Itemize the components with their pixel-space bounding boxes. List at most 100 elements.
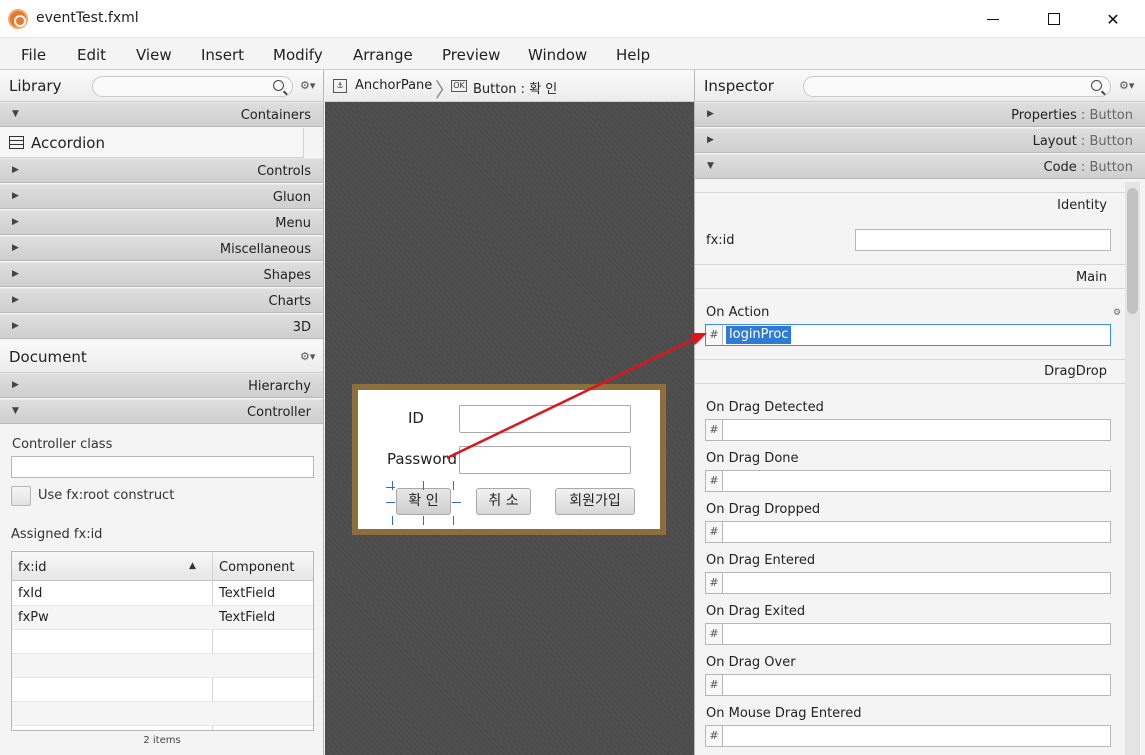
section-controls[interactable]: ▶ Controls [0,158,323,183]
on-drag-entered-input[interactable]: # [705,572,1111,594]
section-charts[interactable]: ▶ Charts [0,288,323,313]
event-label-on-drag-entered: On Drag Entered [706,553,816,568]
on-action-input[interactable]: # loginProc [705,324,1111,346]
column-header-component[interactable]: Component [219,560,294,575]
library-gear-icon[interactable]: ⚙▾ [300,79,315,92]
menu-file[interactable]: File [21,46,46,64]
breadcrumb-anchorpane[interactable]: AnchorPane [355,78,432,93]
search-icon [1091,80,1102,91]
maximize-button[interactable] [1031,4,1077,34]
id-label[interactable]: ID [408,409,424,427]
selection-handle[interactable] [453,481,454,490]
section-properties[interactable]: ▶ Properties : Button [695,102,1145,127]
assigned-fxid-label: Assigned fx:id [11,527,103,542]
menu-arrange[interactable]: Arrange [353,46,413,64]
dragdrop-group-label: DragDrop [1044,364,1107,379]
controller-class-label: Controller class [12,437,113,452]
menu-help[interactable]: Help [616,46,650,64]
sort-ascending-icon[interactable]: ▲ [189,561,196,571]
hash-icon: # [706,726,723,746]
fxid-input[interactable] [855,229,1111,251]
menu-edit[interactable]: Edit [77,46,106,64]
scrollbar-thumb[interactable] [1127,188,1138,314]
section-controller[interactable]: ▼ Controller [0,399,323,424]
section-label: Controls [257,164,311,179]
signup-button[interactable]: 회원가입 [555,488,635,515]
on-drag-over-input[interactable]: # [705,674,1111,696]
section-shapes[interactable]: ▶ Shapes [0,262,323,287]
selection-handle[interactable] [453,516,454,525]
library-item-label: Accordion [31,134,105,152]
maximize-icon [1048,13,1060,25]
on-action-gear-icon[interactable]: ⚙ [1113,308,1121,318]
expanded-arrow-icon: ▼ [12,406,19,416]
minimize-button[interactable] [970,4,1016,34]
selection-handle[interactable] [386,487,395,488]
menu-view[interactable]: View [136,46,172,64]
ok-button-icon: OK [451,80,467,92]
fx-root-checkbox[interactable] [11,486,31,506]
menu-preview[interactable]: Preview [442,46,500,64]
divider [695,192,1125,193]
section-hierarchy[interactable]: ▶ Hierarchy [0,373,323,398]
breadcrumb-button[interactable]: Button : 확 인 [473,78,557,97]
collapsed-arrow-icon: ▶ [12,217,19,227]
cancel-button[interactable]: 취 소 [476,488,531,515]
search-icon [273,80,284,91]
section-code[interactable]: ▼ Code : Button [695,154,1145,179]
menu-modify[interactable]: Modify [273,46,323,64]
on-mouse-drag-entered-input[interactable]: # [705,725,1111,747]
inspector-scrollbar[interactable] [1125,182,1140,755]
collapsed-arrow-icon: ▶ [12,269,19,279]
section-layout[interactable]: ▶ Layout : Button [695,128,1145,153]
close-button[interactable]: ✕ [1090,4,1136,34]
library-search-input[interactable] [92,76,293,97]
design-canvas[interactable]: ID Password 확 인 취 소 회원가입 [325,102,694,755]
library-item-accordion[interactable]: Accordion [0,128,304,158]
collapsed-arrow-icon: ▶ [12,321,19,331]
window-title: eventTest.fxml [36,10,139,26]
selection-handle[interactable] [423,516,424,525]
on-drag-detected-input[interactable]: # [705,419,1111,441]
collapsed-arrow-icon: ▶ [12,380,19,390]
hash-icon: # [706,675,723,695]
section-gluon[interactable]: ▶ Gluon [0,184,323,209]
close-icon: ✕ [1106,9,1120,29]
table-row[interactable]: fxId TextField [12,582,313,606]
password-textfield[interactable] [459,446,631,474]
fxid-label: fx:id [706,233,735,248]
section-label: Charts [268,294,312,309]
section-3d[interactable]: ▶ 3D [0,314,323,339]
inspector-search-input[interactable] [803,76,1111,97]
collapsed-arrow-icon: ▶ [707,109,714,119]
id-textfield[interactable] [459,405,631,433]
menu-window[interactable]: Window [528,46,587,64]
divider [695,359,1125,360]
selection-handle[interactable] [392,516,393,525]
selection-handle[interactable] [386,502,395,503]
on-drag-exited-input[interactable]: # [705,623,1111,645]
event-label-on-mouse-drag-entered: On Mouse Drag Entered [706,706,862,721]
selection-handle[interactable] [452,502,461,503]
column-header-fxid[interactable]: fx:id [18,560,47,575]
document-gear-icon[interactable]: ⚙▾ [300,350,315,363]
on-drag-dropped-input[interactable]: # [705,521,1111,543]
login-form-anchorpane[interactable]: ID Password 확 인 취 소 회원가입 [352,384,666,535]
selection-handle[interactable] [392,481,393,490]
on-drag-done-input[interactable]: # [705,470,1111,492]
section-containers[interactable]: ▼ Containers [0,102,323,127]
content-panel: ⚓ AnchorPane 〉 OK Button : 확 인 ID Passwo… [325,70,694,755]
menu-bar: File Edit View Insert Modify Arrange Pre… [0,38,1145,70]
confirm-button[interactable]: 확 인 [396,488,451,515]
table-row[interactable]: fxPw TextField [12,606,313,630]
menu-insert[interactable]: Insert [201,46,244,64]
selection-handle[interactable] [423,481,424,490]
document-title: Document [9,348,87,366]
section-menu[interactable]: ▶ Menu [0,210,323,235]
inspector-gear-icon[interactable]: ⚙▾ [1119,79,1134,92]
password-label[interactable]: Password [387,450,457,468]
section-miscellaneous[interactable]: ▶ Miscellaneous [0,236,323,261]
controller-class-input[interactable] [11,456,314,478]
fx-root-label: Use fx:root construct [38,488,175,503]
table-cell: TextField [219,586,276,601]
